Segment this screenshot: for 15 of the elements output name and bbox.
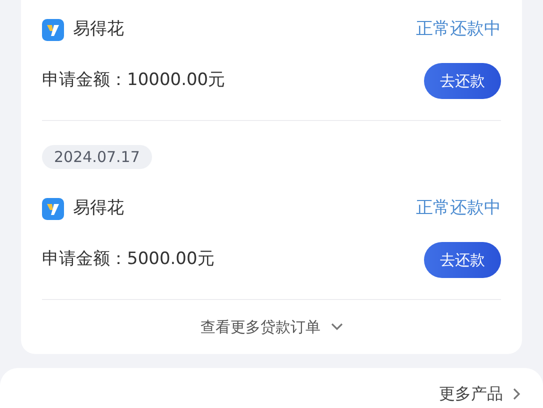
app-name: 易得花 [73,18,124,42]
order-status: 正常还款中 [416,197,501,220]
app-logo-icon [42,198,64,220]
more-orders-link[interactable]: 查看更多贷款订单 [200,300,342,354]
order-status: 正常还款中 [416,18,501,42]
more-products-link[interactable]: 更多产品 [439,384,521,404]
repay-button[interactable]: 去还款 [424,242,501,278]
amount-text: 申请金额：10000.00元 [42,69,226,92]
app-name: 易得花 [73,197,124,220]
chevron-down-icon [330,323,342,331]
chevron-right-icon [513,388,521,400]
amount-text: 申请金额：5000.00元 [42,248,214,272]
repay-button[interactable]: 去还款 [424,63,501,99]
app-logo-icon [42,19,64,41]
order-date: 2024.07.17 [42,145,152,169]
